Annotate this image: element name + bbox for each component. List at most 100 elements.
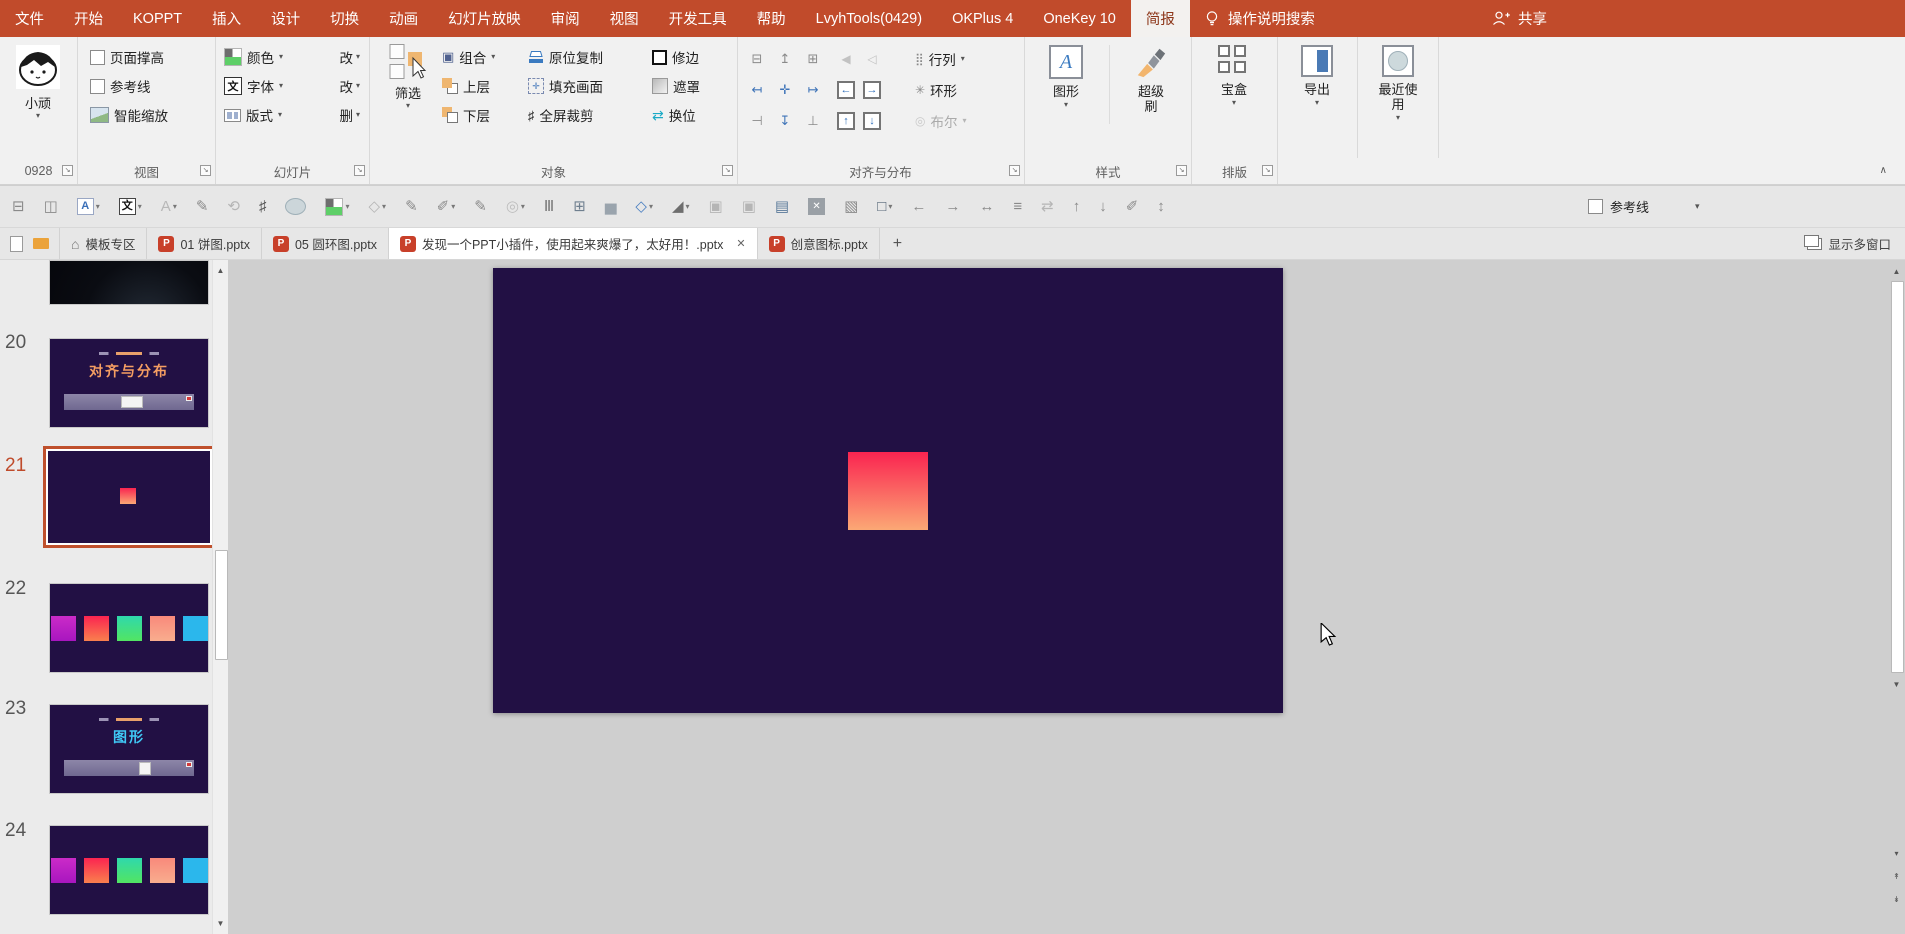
menu-tab-view[interactable]: 视图 [595,0,654,37]
distribute-horizontal-icon[interactable]: ↔ [979,199,994,214]
push-left-icon[interactable]: ← [837,80,855,99]
align-middle-icon[interactable]: ⊟ [12,199,25,214]
menu-tab-animation[interactable]: 动画 [374,0,433,37]
collapse-ribbon-icon[interactable]: ∧ [1880,165,1887,176]
bar-chart-icon[interactable]: ▅ [605,199,617,214]
table-edit-icon[interactable]: ⊞ [573,199,586,214]
page-height-checkbox[interactable]: 页面撑高 [90,46,168,68]
thumbnail-19-partial[interactable] [49,260,209,305]
image-restore-icon[interactable]: ⟲ [227,199,240,214]
thumbnail-21-selected[interactable] [43,446,215,548]
canvas-scrollbar-thumb[interactable] [1891,281,1904,673]
dialog-launcher-icon[interactable]: ↘ [62,165,73,176]
profile-button[interactable]: 小顽 ▾ [0,45,76,120]
font-modify-button[interactable]: 改 ▾ [339,76,360,96]
oval-shape-icon[interactable] [285,198,307,215]
align-center-h-icon[interactable]: ⊞ [808,51,819,67]
dialog-launcher-icon[interactable]: ↘ [200,165,211,176]
align-center-v-icon[interactable]: ⊟ [752,51,763,67]
flip-vertical-icon[interactable]: ◁ [867,52,876,66]
mask-button[interactable]: 遮罩 [652,75,700,97]
menu-tab-lvyhtools[interactable]: LvyhTools(0429) [801,0,937,37]
combine-button[interactable]: ▣ 组合 ▾ [442,46,495,68]
tab-donut-chart[interactable]: P 05 圆环图.pptx [262,228,389,259]
canvas-scroll-down-icon[interactable]: ▼ [1889,676,1904,692]
share-button[interactable]: 共享 [1492,0,1547,37]
menu-tab-jianbao-active[interactable]: 简报 [1130,0,1190,37]
scroll-down-icon[interactable]: ▼ [213,915,228,931]
bring-forward-button[interactable]: 上层 [442,75,495,97]
close-icon[interactable]: ✕ [736,237,745,250]
align-top-icon[interactable]: ↥ [780,51,791,67]
slide-canvas-area[interactable] [228,260,1905,934]
thumbnail-20[interactable]: 对齐与分布 [49,338,209,428]
send-backward-button[interactable]: 下层 [442,104,495,126]
align-left-icon[interactable]: ↤ [752,82,763,98]
fullscreen-crop-button[interactable]: ♯ 全屏裁剪 [528,104,603,126]
push-down-icon[interactable]: ↓ [863,111,881,130]
select-objects-icon[interactable]: ▧ [844,199,858,214]
menu-tab-developer[interactable]: 开发工具 [654,0,742,37]
distribute-center-icon[interactable]: ◫ [44,199,58,214]
layout-button[interactable]: 版式 [246,105,273,125]
previous-slide-button[interactable]: ↟ [1889,868,1904,884]
duplicate-in-place-button[interactable]: 原位复制 [528,46,603,68]
font-wen-icon[interactable]: 文 ▾ [118,198,142,215]
distribute-v-icon[interactable]: ⊥ [807,113,818,129]
menu-tab-transition[interactable]: 切换 [315,0,374,37]
toolbar-overflow-icon[interactable]: ▾ [1695,201,1700,212]
ring-layout-button[interactable]: ✳ 环形 [915,74,967,105]
dialog-launcher-icon[interactable]: ↘ [354,165,365,176]
shape-edit-icon[interactable]: ✐ ▾ [437,199,456,214]
fill-color-icon[interactable]: ▾ [325,197,350,216]
menu-tab-design[interactable]: 设计 [256,0,315,37]
menu-tab-review[interactable]: 审阅 [536,0,595,37]
thumbnail-23[interactable]: 图形 [49,704,209,794]
layer-front-icon[interactable]: ▣ [709,199,723,214]
next-slide-button[interactable]: ↡ [1889,891,1904,907]
equal-height-icon[interactable]: ↕ [1157,199,1165,214]
format-brush-icon[interactable]: ✐ [1126,199,1139,214]
panel-scrollbar-thumb[interactable] [215,550,228,660]
align-right-icon[interactable]: ↦ [808,82,819,98]
menu-tab-insert[interactable]: 插入 [197,0,256,37]
shapes-icon[interactable]: ◇ ▾ [635,199,653,214]
push-right-icon[interactable]: → [863,80,881,99]
panel-scrollbar[interactable]: ▲ ▼ [212,260,229,934]
frame-crop-icon[interactable]: □ ▾ [877,199,892,214]
thumbnail-22[interactable] [49,583,209,673]
dialog-launcher-icon[interactable]: ↘ [722,165,733,176]
eyedropper3-icon[interactable]: ✎ [474,199,487,214]
recent-used-button[interactable]: 最近使用 ▾ [1370,45,1426,122]
menu-tab-help[interactable]: 帮助 [742,0,801,37]
dialog-launcher-icon[interactable]: ↘ [1262,165,1273,176]
eyedropper-icon[interactable]: ✎ [196,199,209,214]
super-brush-button[interactable]: 超级刷 [1121,45,1181,114]
center-in-slide-icon[interactable]: ✛ [780,82,791,98]
smart-zoom-button[interactable]: 智能缩放 [90,104,168,126]
delete-button[interactable]: 删 ▾ [339,105,360,125]
align-right-edge-icon[interactable]: → [945,199,960,214]
shape-button[interactable]: A 图形 ▾ [1035,45,1097,109]
layer-back-icon[interactable]: ▣ [742,199,756,214]
thumbnail-24[interactable] [49,825,209,915]
dialog-launcher-icon[interactable]: ↘ [1009,165,1020,176]
flip-shadow-icon[interactable]: ◢ ▾ [672,199,690,214]
flip-horizontal-icon[interactable]: ◀ [841,52,850,66]
delete-x-icon[interactable]: ✕ [808,198,826,215]
scroll-up-icon[interactable]: ▲ [213,262,228,278]
new-file-icon[interactable] [10,235,23,252]
text-style-icon[interactable]: A ▾ [76,198,100,215]
font-disabled-icon[interactable]: A ▾ [161,199,177,214]
folder-icon[interactable] [33,238,49,249]
menu-tab-slideshow[interactable]: 幻灯片放映 [433,0,536,37]
guides-toggle[interactable]: 参考线 [1588,186,1649,227]
textbox-icon[interactable]: ▤ [775,199,789,214]
trim-edge-button[interactable]: 修边 [652,46,700,68]
replace-image-icon[interactable]: ⇄ [1041,199,1054,214]
distribute-h-icon[interactable]: ⊣ [751,113,762,129]
push-up-icon[interactable]: ↑ [837,111,855,130]
dialog-launcher-icon[interactable]: ↘ [1176,165,1187,176]
align-bottom-edge-icon[interactable]: ↓ [1099,199,1107,214]
tab-creative-icons[interactable]: P 创意图标.pptx [758,228,880,259]
